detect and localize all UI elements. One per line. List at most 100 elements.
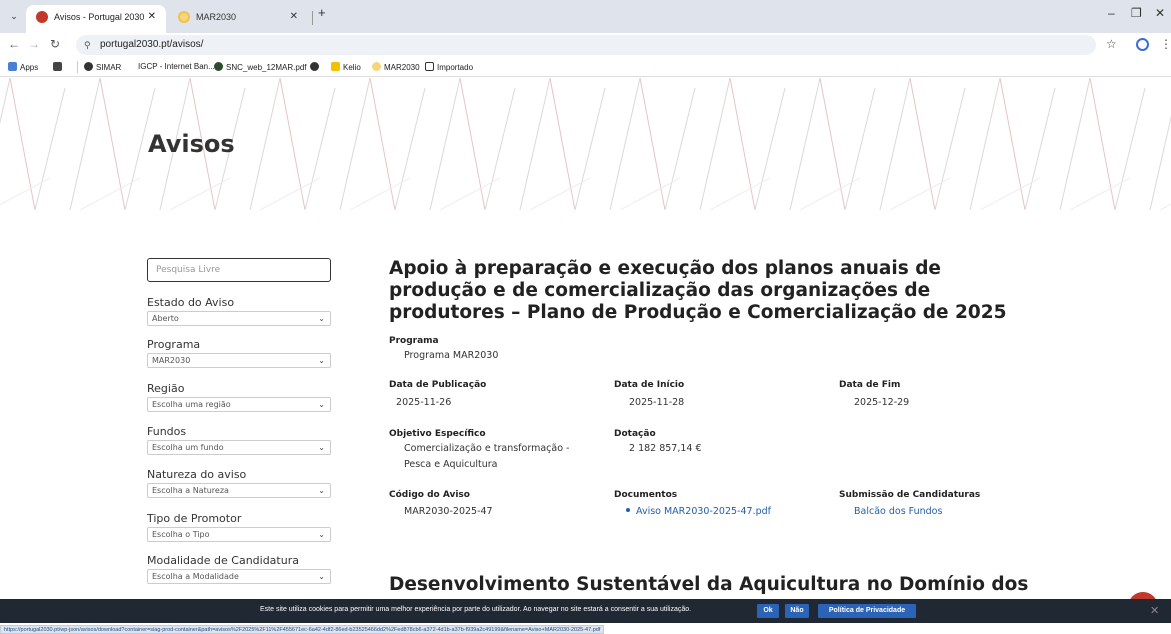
bookmark-importado[interactable]: Importado: [425, 62, 473, 72]
hero-pattern-line: [0, 78, 11, 125]
hero-pattern-line: [699, 78, 731, 210]
programa-label: Programa: [389, 336, 439, 346]
aviso-title[interactable]: Apoio à preparação e execução dos planos…: [389, 258, 1029, 324]
select-value: Escolha a Natureza: [152, 486, 229, 495]
reload-icon[interactable]: ↻: [50, 37, 60, 51]
data-inicio-label: Data de Início: [614, 380, 685, 390]
close-icon[interactable]: ✕: [1150, 604, 1159, 617]
dotacao-label: Dotação: [614, 429, 656, 439]
hero-pattern-line: [574, 87, 606, 210]
hero-pattern-line: [889, 177, 951, 210]
hero-pattern-line: [279, 78, 306, 210]
balcao-fundos-link[interactable]: Balcão dos Fundos: [854, 504, 942, 520]
hero-pattern-line: [1149, 115, 1171, 210]
hero-pattern-line: [754, 87, 786, 210]
select-modalidade[interactable]: Escolha a Modalidade ⌄: [147, 569, 331, 584]
hero-pattern-line: [934, 87, 966, 210]
documento-link[interactable]: Aviso MAR2030-2025-47.pdf: [626, 504, 771, 520]
hero-pattern-line: [519, 78, 551, 210]
address-bar[interactable]: ⚲ portugal2030.pt/avisos/: [76, 35, 1096, 55]
cookie-text: Este site utiliza cookies para permitir …: [260, 606, 692, 613]
chevron-down-icon: ⌄: [318, 530, 325, 539]
cookie-ok-button[interactable]: Ok: [757, 604, 779, 618]
bookmark-label: Kelio: [343, 63, 361, 72]
select-value: Escolha o Tipo: [152, 530, 210, 539]
tab-mar2030[interactable]: MAR2030 ✕: [168, 5, 308, 33]
status-bar-url: https://portugal2030.pt/wp-json/avisos/d…: [0, 625, 605, 634]
tab-search-icon[interactable]: ⌄: [6, 8, 22, 24]
hero-pattern-line: [609, 78, 641, 210]
select-tipo-promotor[interactable]: Escolha o Tipo ⌄: [147, 527, 331, 542]
minimize-icon[interactable]: –: [1108, 6, 1115, 20]
tab-title: Avisos - Portugal 2030: [54, 12, 145, 22]
hero-pattern-line: [999, 78, 1026, 210]
privacy-policy-button[interactable]: Política de Privacidade: [818, 604, 916, 618]
select-natureza[interactable]: Escolha a Natureza ⌄: [147, 483, 331, 498]
dotacao-value: 2 182 857,14 €: [629, 443, 702, 454]
objetivo-value: Comercialização e transformação - Pesca …: [404, 443, 570, 470]
dot-icon: [214, 62, 223, 71]
site-info-icon[interactable]: ⚲: [84, 35, 91, 55]
bookmark-grid[interactable]: [53, 62, 65, 72]
hero-pattern-line: [549, 78, 576, 210]
hero-pattern-line: [1069, 177, 1131, 210]
bookmark-separator: [77, 61, 78, 73]
search-input[interactable]: Pesquisa Livre: [147, 258, 331, 282]
bookmark-globe[interactable]: [310, 62, 322, 72]
bookmark-mar2030[interactable]: MAR2030: [372, 62, 420, 72]
hero-pattern-line: [969, 78, 1001, 210]
hero-pattern-line: [639, 78, 666, 210]
tab-separator: [312, 11, 313, 25]
close-tab-icon[interactable]: ✕: [148, 5, 156, 29]
menu-kebab-icon[interactable]: ⋮: [1160, 37, 1171, 51]
hero-pattern-line: [844, 87, 876, 210]
tab-title: MAR2030: [196, 12, 237, 22]
select-value: MAR2030: [152, 356, 191, 365]
hero-pattern-line: [79, 177, 141, 210]
documento-link-text[interactable]: Aviso MAR2030-2025-47.pdf: [636, 506, 771, 517]
close-window-icon[interactable]: ✕: [1155, 6, 1165, 20]
hero-pattern-line: [664, 87, 696, 210]
bookmark-star-icon[interactable]: ☆: [1106, 37, 1117, 51]
select-fundos[interactable]: Escolha um fundo ⌄: [147, 440, 331, 455]
bookmark-igcp[interactable]: IGCP - Internet Ban...: [138, 62, 215, 71]
back-icon[interactable]: ←: [8, 37, 20, 51]
restore-icon[interactable]: ❐: [1131, 6, 1142, 20]
forward-icon[interactable]: →: [28, 37, 40, 51]
chevron-down-icon: ⌄: [318, 486, 325, 495]
hero-pattern-line: [619, 177, 681, 210]
bullet-icon: [626, 508, 630, 512]
select-regiao[interactable]: Escolha uma região ⌄: [147, 397, 331, 412]
next-aviso-title[interactable]: Desenvolvimento Sustentável da Aquicultu…: [389, 574, 1029, 596]
hero-pattern-line: [1114, 87, 1146, 210]
select-estado[interactable]: Aberto ⌄: [147, 311, 331, 326]
tab-avisos[interactable]: Avisos - Portugal 2030 ✕: [26, 5, 166, 33]
hero-pattern-line: [799, 177, 861, 210]
hero-pattern-line: [819, 78, 846, 210]
hero-pattern-line: [529, 177, 591, 210]
hero-pattern-line: [789, 78, 821, 210]
filter-label-regiao: Região: [147, 382, 185, 395]
data-fim-label: Data de Fim: [839, 380, 901, 390]
chevron-down-icon: ⌄: [318, 443, 325, 452]
bookmark-kelio[interactable]: Kelio: [331, 62, 361, 72]
cookie-nao-button[interactable]: Não: [785, 604, 809, 618]
close-tab-icon[interactable]: ✕: [290, 5, 298, 29]
hero-pattern-line: [259, 177, 321, 210]
bookmark-simar[interactable]: SIMAR: [84, 62, 121, 72]
bookmark-apps[interactable]: Apps: [8, 62, 38, 72]
chevron-down-icon: ⌄: [318, 400, 325, 409]
hero-pattern-line: [34, 87, 66, 210]
hero-pattern-line: [99, 78, 126, 210]
hero-pattern-line: [349, 177, 411, 210]
url-text: portugal2030.pt/avisos/: [100, 39, 204, 50]
hero-pattern-line: [69, 78, 101, 210]
hero-pattern-line: [1059, 78, 1091, 210]
select-programa[interactable]: MAR2030 ⌄: [147, 353, 331, 368]
filter-label-natureza: Natureza do aviso: [147, 468, 247, 481]
filter-label-fundos: Fundos: [147, 425, 187, 438]
bookmark-snc[interactable]: SNC_web_12MAR.pdf: [214, 62, 306, 72]
new-tab-button[interactable]: +: [318, 5, 326, 20]
page-title: Avisos: [148, 130, 235, 158]
profile-avatar-icon[interactable]: [1136, 38, 1149, 51]
